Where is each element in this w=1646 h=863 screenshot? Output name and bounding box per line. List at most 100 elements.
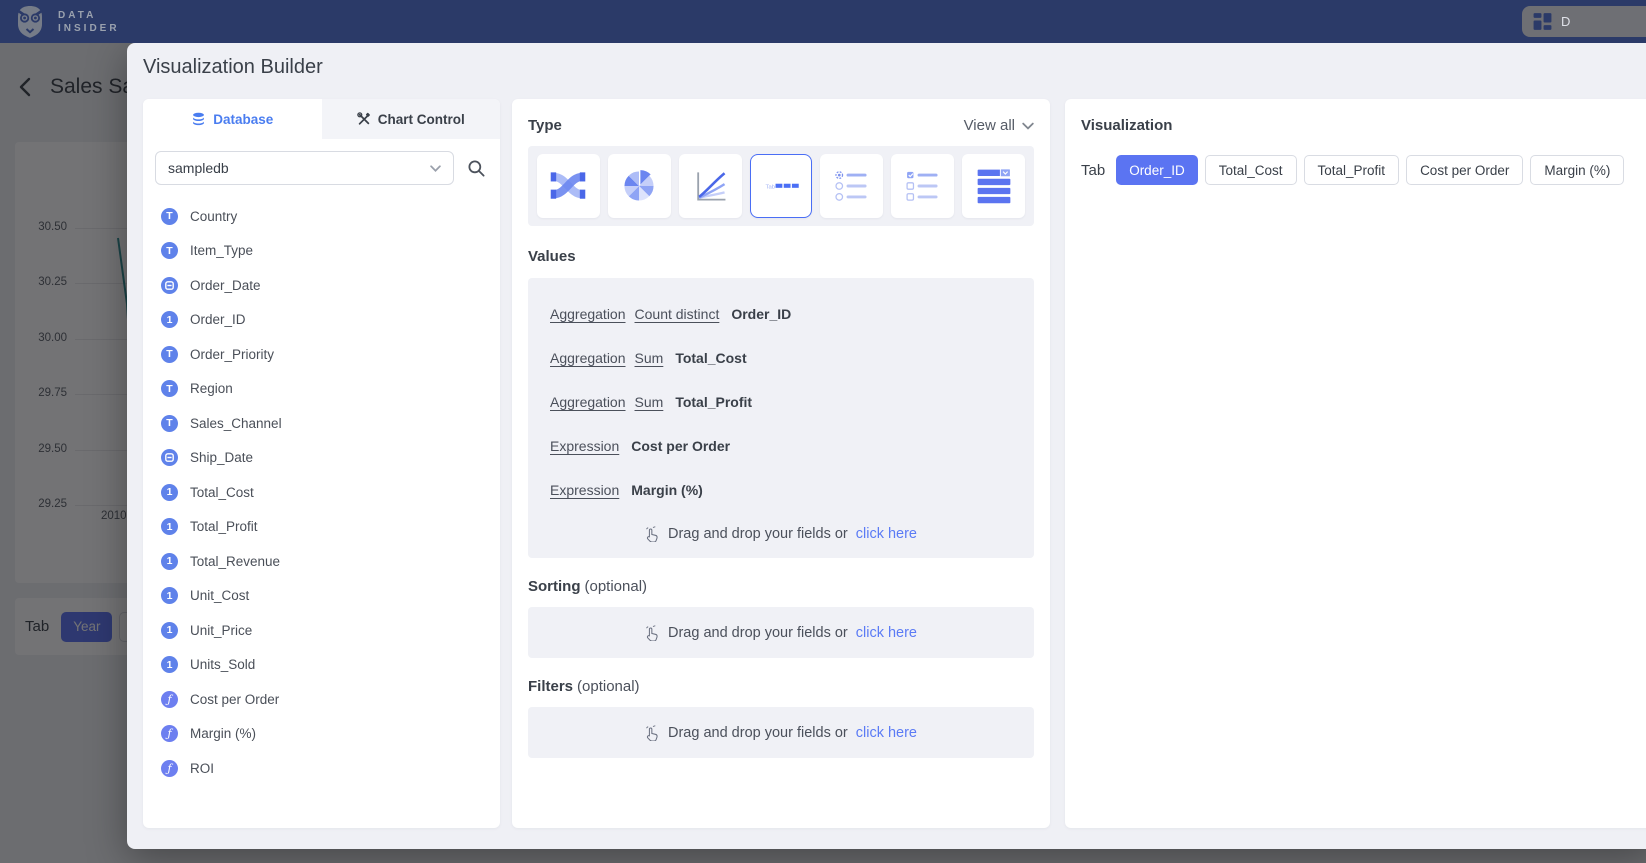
field-item[interactable]: TSales_Channel [161,406,500,441]
values-section-title: Values [528,248,576,265]
filters-click-here-link[interactable]: click here [856,725,917,741]
sankey-chart-icon [548,166,588,206]
viz-tab-total-cost[interactable]: Total_Cost [1205,155,1297,185]
value-field-name[interactable]: Order_ID [731,306,791,322]
count-distinct-selector[interactable]: Count distinct [635,306,720,322]
chart-type-sankey[interactable] [537,154,600,218]
database-icon [191,112,206,127]
field-item[interactable]: Order_Date [161,268,500,303]
tools-icon [357,112,371,126]
value-field-name[interactable]: Total_Cost [675,350,746,366]
viz-tab-buttons: Order_IDTotal_CostTotal_ProfitCost per O… [1116,155,1624,185]
dashboard-layout-icon [1532,11,1553,32]
field-item[interactable]: ƒMargin (%) [161,717,500,752]
field-label: Unit_Cost [190,588,249,603]
aggregation-selector[interactable]: Aggregation [550,306,626,322]
field-label: Item_Type [190,243,253,258]
sum-selector[interactable]: Sum [635,394,664,410]
chart-type-pie[interactable] [608,154,671,218]
filters-drop-area[interactable]: Drag and drop your fields or click here [528,707,1034,758]
tab-chart-control-label: Chart Control [378,112,465,127]
left-panel-tabs: Database Chart Control [143,99,500,139]
view-all-button[interactable]: View all [964,117,1034,134]
database-select-value: sampledb [168,160,229,176]
sorting-drop-hint: Drag and drop your fields or click here [645,625,917,641]
field-label: Ship_Date [190,450,253,465]
value-row: Aggregation Sum Total_Profit [550,380,1012,424]
view-all-label: View all [964,117,1015,134]
sorting-drop-area[interactable]: Drag and drop your fields or click here [528,607,1034,658]
expression-selector[interactable]: Expression [550,438,619,454]
search-icon[interactable] [467,159,486,178]
field-item[interactable]: TOrder_Priority [161,337,500,372]
field-item[interactable]: 1Units_Sold [161,648,500,683]
field-item[interactable]: ƒROI [161,751,500,786]
number-field-icon: 1 [161,311,178,328]
field-label: Sales_Channel [190,416,282,431]
filters-section-title: Filters(optional) [528,678,640,695]
field-label: Total_Cost [190,485,254,500]
aggregation-selector[interactable]: Aggregation [550,350,626,366]
field-item[interactable]: Ship_Date [161,441,500,476]
field-item[interactable]: T Country [161,199,500,234]
function-field-icon: ƒ [161,725,178,742]
drag-hand-icon [645,625,660,641]
values-drop-area[interactable]: Aggregation Count distinct Order_ID Aggrega… [528,278,1034,558]
field-item[interactable]: TRegion [161,372,500,407]
field-item[interactable]: 1 Total_Revenue [161,544,500,579]
brand: DATA INSIDER [12,4,120,40]
aggregation-selector[interactable]: Aggregation [550,394,626,410]
field-label: Region [190,381,233,396]
viz-tab-margin-[interactable]: Margin (%) [1530,155,1624,185]
value-row: Expression Margin (%) [550,468,1012,512]
viz-tab-cost-per-order[interactable]: Cost per Order [1406,155,1523,185]
field-item[interactable]: 1Total_Cost [161,475,500,510]
database-select[interactable]: sampledb [155,151,454,185]
svg-text:Tab: Tab [766,184,776,190]
value-field-name[interactable]: Total_Profit [675,394,752,410]
expression-selector[interactable]: Expression [550,482,619,498]
sorting-click-here-link[interactable]: click here [856,625,917,641]
date-field-icon [161,449,178,466]
field-label: Order_ID [190,312,246,327]
field-item[interactable]: 1 Order_ID [161,303,500,338]
value-field-name[interactable]: Cost per Order [631,438,730,454]
field-item[interactable]: TItem_Type [161,234,500,269]
field-label: Total_Revenue [190,554,280,569]
tab-chart-icon: Tab [761,166,801,206]
field-item[interactable]: 1Unit_Price [161,613,500,648]
viz-tab-total-profit[interactable]: Total_Profit [1304,155,1400,185]
viz-tab-order-id[interactable]: Order_ID [1116,155,1198,185]
chart-type-select[interactable] [962,154,1025,218]
function-field-icon: ƒ [161,760,178,777]
line-chart-icon [690,166,730,206]
field-label: Country [190,209,237,224]
select-chart-icon [974,166,1014,206]
field-label: Units_Sold [190,657,255,672]
dashboard-switcher-button[interactable]: D [1522,6,1646,37]
number-field-icon: 1 [161,553,178,570]
field-item[interactable]: ƒCost per Order [161,682,500,717]
tab-chart-control[interactable]: Chart Control [322,99,501,139]
chart-type-line[interactable] [679,154,742,218]
number-field-icon: 1 [161,587,178,604]
number-field-icon: 1 [161,518,178,535]
sum-selector[interactable]: Sum [635,350,664,366]
chart-type-radio-list[interactable] [820,154,883,218]
values-click-here-link[interactable]: click here [856,526,917,542]
type-section-title: Type [528,117,562,134]
text-field-icon: T [161,208,178,225]
value-field-name[interactable]: Margin (%) [631,482,703,498]
field-label: Cost per Order [190,692,279,707]
value-row: Expression Cost per Order [550,424,1012,468]
owl-logo-icon [12,4,48,40]
drop-hint-text: Drag and drop your fields or [668,725,848,741]
radio-list-chart-icon [832,166,872,206]
filters-drop-hint: Drag and drop your fields or click here [645,725,917,741]
chart-type-tab[interactable]: Tab [750,154,813,218]
field-item[interactable]: 1 Unit_Cost [161,579,500,614]
field-item[interactable]: 1Total_Profit [161,510,500,545]
tab-database[interactable]: Database [143,99,322,139]
chart-type-checkbox-list[interactable] [891,154,954,218]
chevron-down-icon [430,165,441,172]
